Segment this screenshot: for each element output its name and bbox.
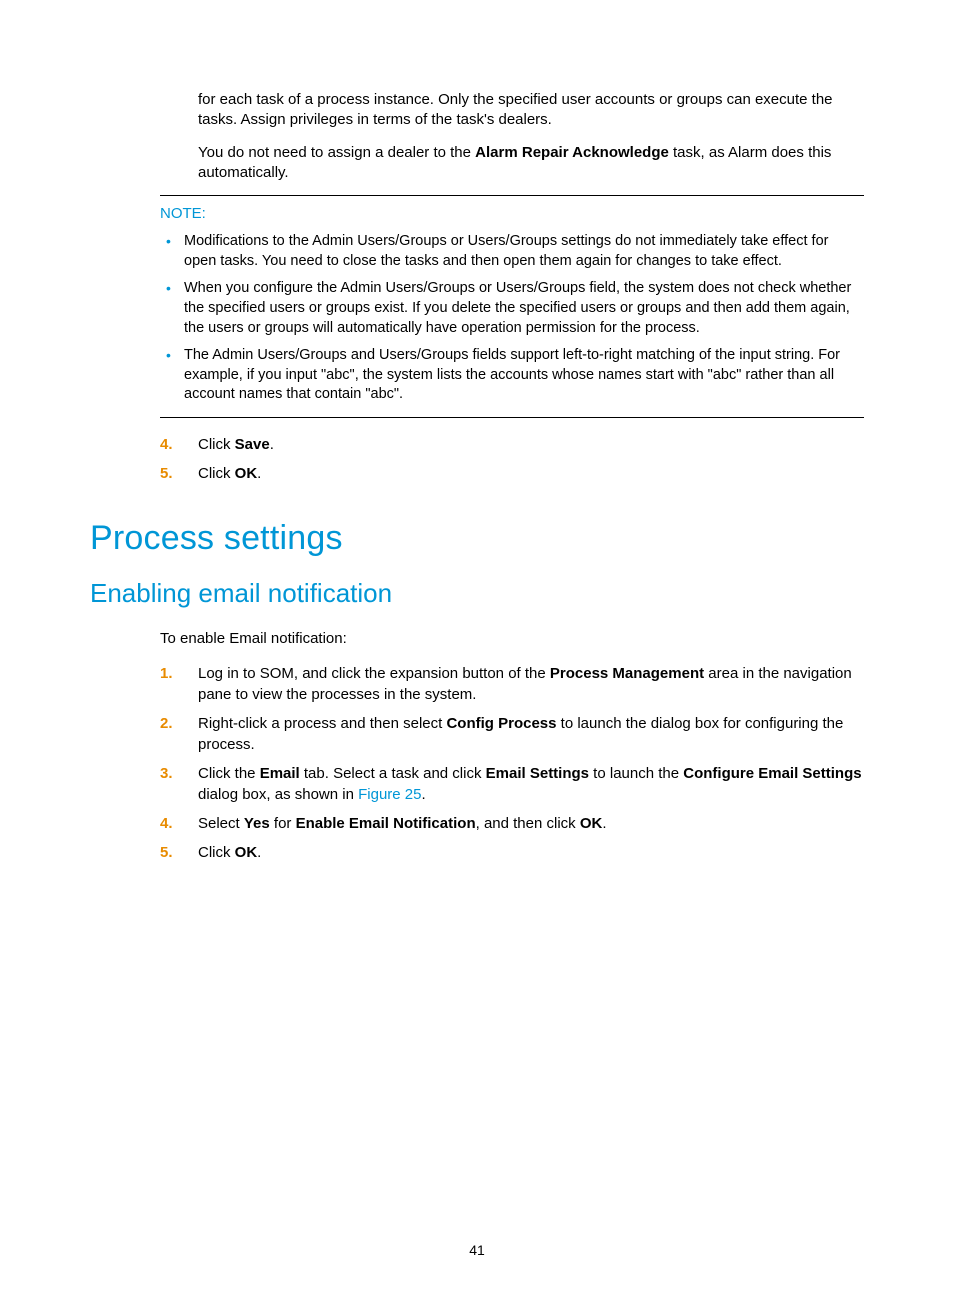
enable-email-notification-bold: Enable Email Notification <box>296 815 476 832</box>
step4-t4: . <box>602 815 606 832</box>
heading-process-settings: Process settings <box>90 516 864 562</box>
step-number: 5. <box>160 463 186 484</box>
step-text-pre: Click <box>198 436 235 453</box>
yes-bold: Yes <box>244 815 270 832</box>
step-number: 3. <box>160 763 186 784</box>
figure-25-link[interactable]: Figure 25 <box>358 786 421 803</box>
step3-t3: to launch the <box>589 765 683 782</box>
note-item-1: Modifications to the Admin Users/Groups … <box>180 230 864 277</box>
note-list: Modifications to the Admin Users/Groups … <box>160 230 864 411</box>
continued-p1: for each task of a process instance. Onl… <box>198 90 864 131</box>
continued-p2-pre: You do not need to assign a dealer to th… <box>198 144 475 161</box>
enable-step-1: 1. Log in to SOM, and click the expansio… <box>160 659 864 709</box>
step3-t1: Click the <box>198 765 260 782</box>
post-note-step-4: 4. Click Save. <box>160 430 864 459</box>
save-bold: Save <box>235 436 270 453</box>
step2-pre: Right-click a process and then select <box>198 715 446 732</box>
enable-step-3: 3. Click the Email tab. Select a task an… <box>160 759 864 809</box>
note-label: NOTE: <box>160 204 864 224</box>
ok-bold-3: OK <box>235 844 258 861</box>
step1-pre: Log in to SOM, and click the expansion b… <box>198 665 550 682</box>
enable-step-5: 5. Click OK. <box>160 838 864 867</box>
lead-text: To enable Email notification: <box>160 629 864 649</box>
continued-p2: You do not need to assign a dealer to th… <box>198 143 864 184</box>
note-item-2: When you configure the Admin Users/Group… <box>180 277 864 344</box>
configure-email-settings-bold: Configure Email Settings <box>683 765 861 782</box>
ok-bold-2: OK <box>580 815 603 832</box>
step-number: 2. <box>160 713 186 734</box>
email-tab-bold: Email <box>260 765 300 782</box>
step-number: 4. <box>160 813 186 834</box>
document-page: for each task of a process instance. Onl… <box>0 0 954 1296</box>
enable-step-2: 2. Right-click a process and then select… <box>160 709 864 759</box>
enable-steps: 1. Log in to SOM, and click the expansio… <box>160 659 864 867</box>
post-note-steps: 4. Click Save. 5. Click OK. <box>160 430 864 488</box>
note-block: NOTE: Modifications to the Admin Users/G… <box>160 195 864 418</box>
step3-t5: . <box>421 786 425 803</box>
step4-t3: , and then click <box>476 815 580 832</box>
step4-t2: for <box>270 815 296 832</box>
page-number: 41 <box>0 1241 954 1260</box>
step5-pre: Click <box>198 844 235 861</box>
step-text-post: . <box>257 465 261 482</box>
enable-step-4: 4. Select Yes for Enable Email Notificat… <box>160 809 864 838</box>
note-item-3: The Admin Users/Groups and Users/Groups … <box>180 344 864 411</box>
heading-enabling-email-notification: Enabling email notification <box>90 576 864 611</box>
step4-t1: Select <box>198 815 244 832</box>
continued-paragraphs: for each task of a process instance. Onl… <box>198 90 864 183</box>
step3-t2: tab. Select a task and click <box>300 765 486 782</box>
step-text-post: . <box>270 436 274 453</box>
step-number: 5. <box>160 842 186 863</box>
alarm-repair-acknowledge-bold: Alarm Repair Acknowledge <box>475 144 669 161</box>
step3-t4: dialog box, as shown in <box>198 786 358 803</box>
step5-post: . <box>257 844 261 861</box>
post-note-step-5: 5. Click OK. <box>160 459 864 488</box>
step-number: 4. <box>160 434 186 455</box>
config-process-bold: Config Process <box>446 715 556 732</box>
ok-bold: OK <box>235 465 258 482</box>
process-management-bold: Process Management <box>550 665 704 682</box>
email-settings-bold: Email Settings <box>486 765 589 782</box>
step-text-pre: Click <box>198 465 235 482</box>
step-number: 1. <box>160 663 186 684</box>
